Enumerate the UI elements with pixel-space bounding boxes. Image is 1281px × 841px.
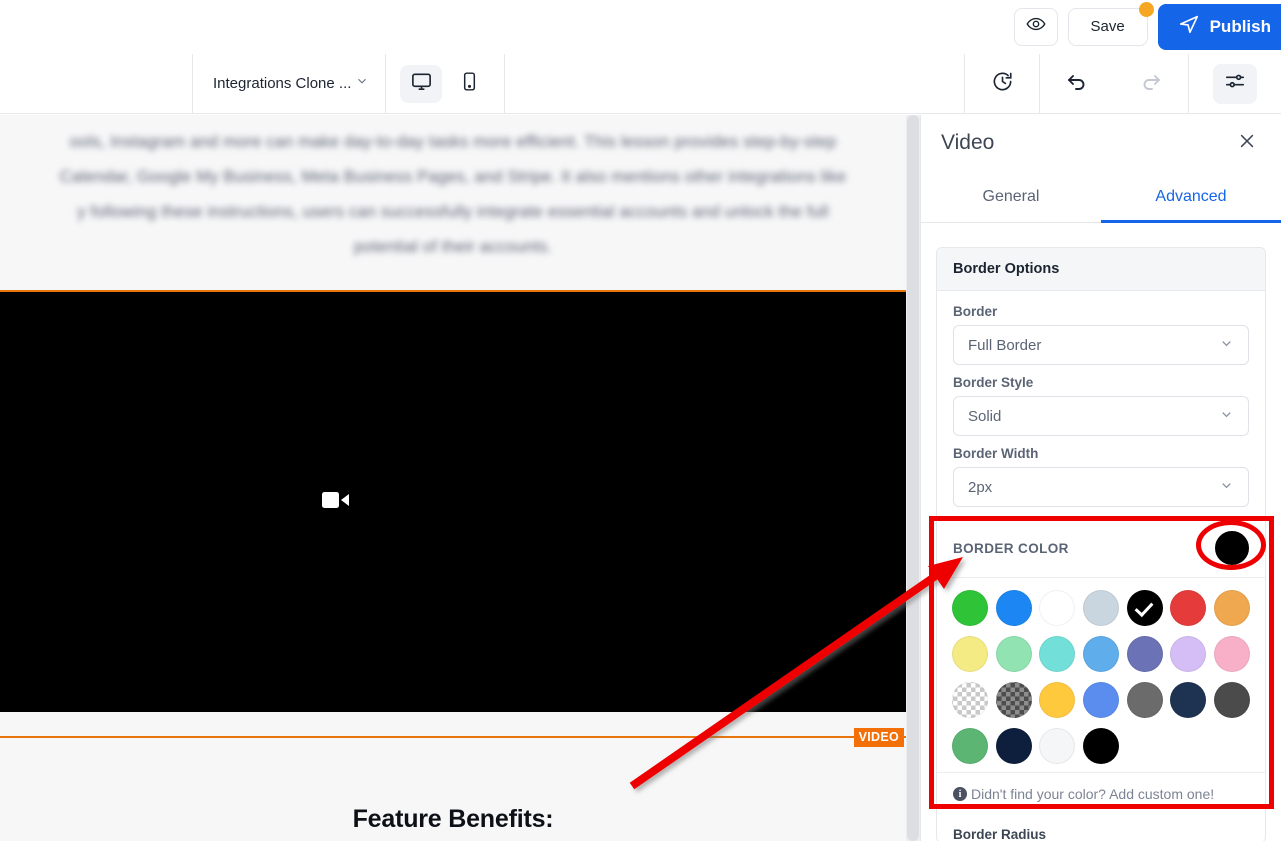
color-swatch-light-gray-blue[interactable] — [1083, 590, 1119, 626]
border-color-header: BORDER COLOR — [937, 517, 1265, 577]
color-swatch-slate-purple[interactable] — [1127, 636, 1163, 672]
redo-arrow-icon — [1139, 69, 1163, 98]
tab-advanced[interactable]: Advanced — [1101, 171, 1281, 222]
panel-header: Video — [921, 115, 1281, 171]
border-width-select-value: 2px — [968, 479, 992, 496]
tab-general[interactable]: General — [921, 171, 1101, 222]
history-clock-icon — [991, 70, 1014, 98]
color-swatch-gray[interactable] — [1127, 682, 1163, 718]
color-swatch-sky-blue[interactable] — [1083, 636, 1119, 672]
border-color-section: BORDER COLOR i Didn't find your color? A… — [937, 517, 1265, 815]
chevron-down-icon — [1219, 478, 1234, 496]
color-swatch-white[interactable] — [1039, 590, 1075, 626]
undo-button[interactable] — [1040, 54, 1114, 114]
color-swatch-navy[interactable] — [1170, 682, 1206, 718]
video-element-tag: VIDEO — [854, 728, 904, 747]
color-swatch-medium-green[interactable] — [952, 728, 988, 764]
add-custom-color-row[interactable]: i Didn't find your color? Add custom one… — [937, 772, 1265, 815]
panel-body: Border Options Border Full Border Border… — [921, 223, 1281, 841]
settings-panel: Video General Advanced Border Options Bo… — [920, 115, 1281, 841]
canvas-body-text: ools, Instagram and more can make day-to… — [0, 125, 906, 265]
color-swatch-black[interactable] — [1127, 590, 1163, 626]
border-options-body: Border Full Border Border Style Solid — [937, 291, 1265, 507]
canvas-scrollbar-track[interactable] — [906, 115, 920, 841]
border-label: Border — [953, 304, 1249, 319]
preview-button[interactable] — [1014, 8, 1058, 46]
border-width-select[interactable]: 2px — [953, 467, 1249, 507]
sliders-icon — [1224, 70, 1246, 97]
color-swatch-transparent-dark[interactable] — [996, 682, 1032, 718]
canvas-heading: Feature Benefits: — [0, 805, 906, 834]
current-border-color-swatch[interactable] — [1215, 531, 1249, 565]
color-swatch-off-white[interactable] — [1039, 728, 1075, 764]
redo-button[interactable] — [1114, 54, 1188, 114]
color-swatch-orange[interactable] — [1214, 590, 1250, 626]
border-radius-label: Border Radius — [937, 815, 1265, 841]
color-swatch-green[interactable] — [952, 590, 988, 626]
border-style-label: Border Style — [953, 375, 1249, 390]
color-swatch-pink[interactable] — [1214, 636, 1250, 672]
canvas-page-surface: ools, Instagram and more can make day-to… — [0, 115, 906, 841]
history-button[interactable] — [965, 54, 1039, 114]
toolbar-divider-3 — [504, 54, 505, 114]
send-icon — [1178, 13, 1200, 40]
video-camera-icon — [321, 489, 351, 516]
page-selector-label: Integrations Clone ... — [213, 75, 351, 92]
publish-label: Publish — [1210, 17, 1271, 37]
border-width-label: Border Width — [953, 446, 1249, 461]
border-color-label: BORDER COLOR — [953, 541, 1069, 556]
add-custom-color-text: Didn't find your color? Add custom one! — [971, 786, 1214, 802]
top-bar-actions: Save Publish — [1014, 4, 1281, 50]
border-style-select[interactable]: Solid — [953, 396, 1249, 436]
video-placeholder[interactable] — [0, 292, 674, 712]
border-select-value: Full Border — [968, 337, 1041, 354]
desktop-icon — [410, 70, 433, 98]
publish-button[interactable]: Publish — [1158, 4, 1281, 50]
color-swatch-yellow[interactable] — [1039, 682, 1075, 718]
color-swatch-blue[interactable] — [996, 590, 1032, 626]
color-swatch-grid — [937, 577, 1265, 772]
info-icon: i — [953, 787, 967, 801]
close-icon[interactable] — [1237, 131, 1257, 155]
video-element-selected[interactable]: VIDEO — [0, 290, 908, 738]
device-desktop-button[interactable] — [400, 65, 442, 103]
toolbar-left-spacer — [0, 54, 192, 114]
device-mobile-button[interactable] — [448, 65, 490, 103]
undo-arrow-icon — [1065, 69, 1089, 98]
border-options-card: Border Options Border Full Border Border… — [936, 247, 1266, 841]
border-style-select-value: Solid — [968, 408, 1001, 425]
editor-toolbar: Integrations Clone ... — [0, 54, 1281, 114]
color-swatch-mint[interactable] — [996, 636, 1032, 672]
chevron-down-icon — [1219, 407, 1234, 425]
top-bar: Save Publish — [0, 0, 1281, 54]
color-swatch-royal-blue[interactable] — [1083, 682, 1119, 718]
color-swatch-red[interactable] — [1170, 590, 1206, 626]
color-swatch-lavender[interactable] — [1170, 636, 1206, 672]
mobile-icon — [459, 71, 480, 97]
chevron-down-icon — [355, 74, 369, 93]
border-options-header: Border Options — [937, 248, 1265, 291]
color-swatch-transparent-light[interactable] — [952, 682, 988, 718]
color-swatch-dark-navy[interactable] — [996, 728, 1032, 764]
video-background-strip — [674, 292, 906, 712]
canvas-scrollbar-thumb[interactable] — [907, 115, 919, 841]
page-selector[interactable]: Integrations Clone ... — [193, 54, 385, 114]
device-toggle-group — [386, 65, 504, 103]
page-canvas[interactable]: ools, Instagram and more can make day-to… — [0, 115, 920, 841]
chevron-down-icon — [1219, 336, 1234, 354]
color-swatch-turquoise[interactable] — [1039, 636, 1075, 672]
panel-settings-toggle[interactable] — [1189, 54, 1281, 114]
color-swatch-pure-black[interactable] — [1083, 728, 1119, 764]
panel-tabs: General Advanced — [921, 171, 1281, 223]
eye-icon — [1026, 14, 1046, 39]
save-label: Save — [1090, 18, 1124, 35]
color-swatch-dark-gray[interactable] — [1214, 682, 1250, 718]
app-root: Save Publish Integrations Clone ... — [0, 0, 1281, 841]
unsaved-changes-badge — [1139, 2, 1154, 17]
color-swatch-pale-yellow[interactable] — [952, 636, 988, 672]
settings-button[interactable] — [1213, 64, 1257, 104]
border-select[interactable]: Full Border — [953, 325, 1249, 365]
save-button[interactable]: Save — [1068, 8, 1148, 46]
panel-title: Video — [941, 131, 994, 155]
